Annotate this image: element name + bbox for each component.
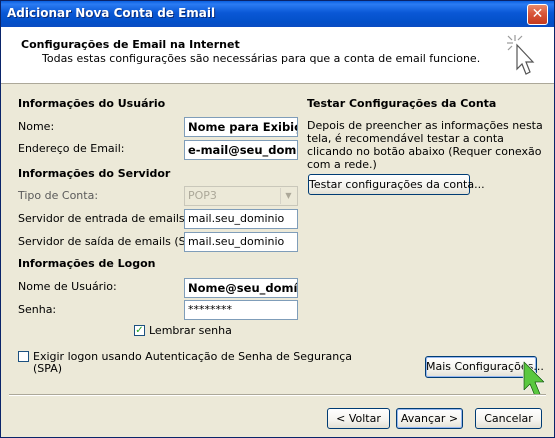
name-label: Nome: xyxy=(18,120,55,133)
email-label: Endereço de Email: xyxy=(18,142,125,155)
test-heading: Testar Configurações da Conta xyxy=(307,97,497,110)
incoming-server-field[interactable]: mail.seu_dominio xyxy=(184,209,298,229)
title-bar[interactable]: Adicionar Nova Conta de Email ✕ xyxy=(1,1,554,27)
header-title: Configurações de Email na Internet xyxy=(21,38,240,51)
user-info-heading: Informações do Usuário xyxy=(18,97,166,110)
logon-info-heading: Informações de Logon xyxy=(18,257,156,270)
test-description: Depois de preencher as informações nesta… xyxy=(307,119,543,171)
more-settings-button[interactable]: Mais Configurações... xyxy=(425,356,544,378)
password-field[interactable]: ******** xyxy=(184,300,298,320)
password-label: Senha: xyxy=(18,303,57,316)
name-field[interactable]: Nome para Exibição xyxy=(184,117,298,137)
username-field[interactable]: Nome@seu_domínio xyxy=(184,278,298,298)
back-button[interactable]: < Voltar xyxy=(327,408,390,429)
account-type-label: Tipo de Conta: xyxy=(18,189,99,202)
next-button[interactable]: Avançar > xyxy=(396,408,463,429)
spa-label-line1[interactable]: Exigir logon usando Autenticação de Senh… xyxy=(33,350,352,363)
username-label: Nome de Usuário: xyxy=(18,280,117,293)
server-info-heading: Informações do Servidor xyxy=(18,167,171,180)
remember-password-label[interactable]: Lembrar senha xyxy=(149,324,232,337)
close-button[interactable]: ✕ xyxy=(527,4,548,25)
header-subtitle: Todas estas configurações são necessária… xyxy=(42,52,481,65)
chevron-down-icon: ▼ xyxy=(280,188,296,204)
account-type-select: POP3 ▼ xyxy=(184,186,298,206)
email-field[interactable]: e-mail@seu_domínio xyxy=(184,140,298,160)
wizard-header: Configurações de Email na Internet Todas… xyxy=(1,27,554,84)
account-type-value: POP3 xyxy=(188,189,217,202)
outgoing-server-field[interactable]: mail.seu_dominio xyxy=(184,232,298,252)
footer-separator xyxy=(9,394,546,396)
remember-password-checkbox[interactable]: ✓ xyxy=(134,325,145,336)
cancel-button[interactable]: Cancelar xyxy=(475,408,542,429)
dialog-window: Adicionar Nova Conta de Email ✕ Configur… xyxy=(0,0,555,438)
spa-checkbox[interactable] xyxy=(18,351,29,362)
incoming-server-label: Servidor de entrada de emails: xyxy=(18,212,189,225)
sparkle-cursor-icon xyxy=(507,35,535,75)
spa-label-line2[interactable]: (SPA) xyxy=(33,362,62,375)
test-account-button[interactable]: Testar configurações da conta... xyxy=(308,174,485,195)
window-title: Adicionar Nova Conta de Email xyxy=(7,6,216,20)
